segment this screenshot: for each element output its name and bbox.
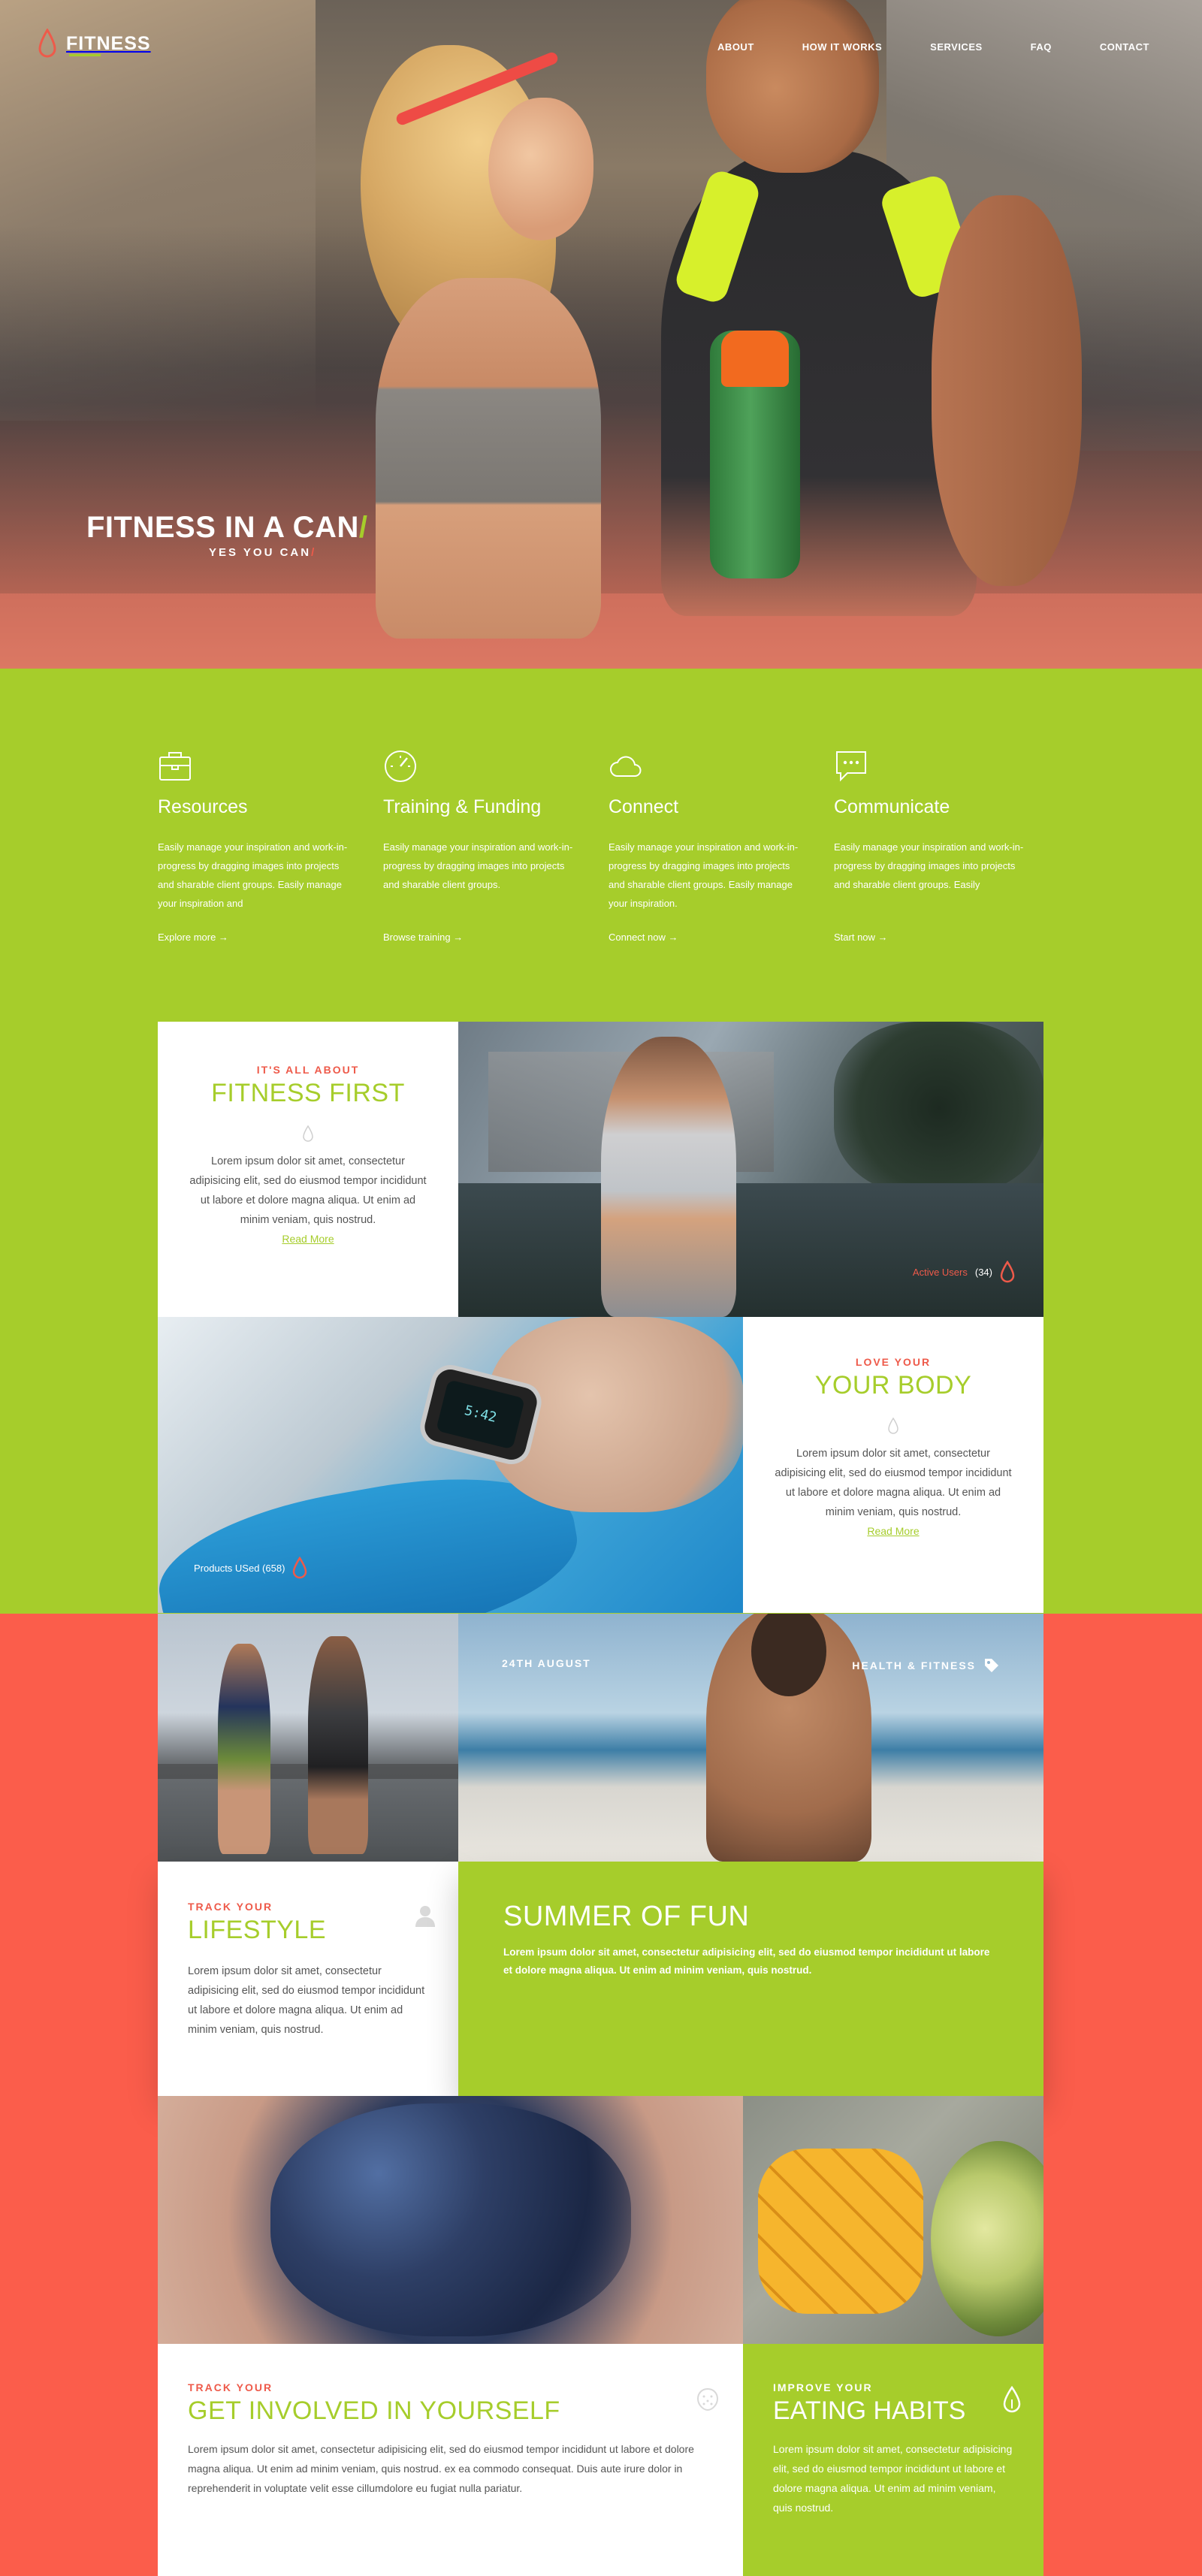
eating-habits-card: IMPROVE YOUR EATING HABITS Lorem ipsum d… xyxy=(743,2344,1043,2576)
drop-icon xyxy=(888,1417,898,1434)
feature-text: Easily manage your inspiration and work-… xyxy=(609,841,799,909)
features-row: Resources Easily manage your inspiration… xyxy=(158,749,1059,944)
briefcase-icon xyxy=(159,752,191,781)
read-more-link[interactable]: Read More xyxy=(743,1525,1043,1537)
feature-communicate: Communicate Easily manage your inspirati… xyxy=(834,749,1059,944)
cloud-icon xyxy=(610,756,642,777)
card-text: Lorem ipsum dolor sit amet, consectetur … xyxy=(188,2443,694,2494)
active-users-tag[interactable]: Active Users (34) xyxy=(913,1261,1015,1283)
lifestyle-card: TRACK YOUR LIFESTYLE Lorem ipsum dolor s… xyxy=(158,1862,458,2096)
hero-subtitle-text: YES YOU CAN xyxy=(209,546,312,559)
strawberry-icon xyxy=(696,2387,719,2411)
card-text: Lorem ipsum dolor sit amet, consectetur … xyxy=(773,2443,1013,2514)
card-text: Lorem ipsum dolor sit amet, consectetur … xyxy=(188,1965,425,2036)
drop-icon xyxy=(293,1557,307,1579)
card-title: GET INVOLVED IN YOURSELF xyxy=(188,2396,560,2425)
woman-stretching-image: Active Users (34) xyxy=(458,1022,1043,1317)
start-now-link[interactable]: Start now → xyxy=(834,932,888,943)
explore-more-link[interactable]: Explore more → xyxy=(158,932,228,943)
nav-services[interactable]: SERVICES xyxy=(930,41,983,53)
logo-text: FITNESS xyxy=(66,32,151,54)
card-text: Lorem ipsum dolor sit amet, consectetur … xyxy=(775,1448,1012,1518)
hero-subtitle: YES YOU CAN/ xyxy=(209,546,316,559)
feature-text: Easily manage your inspiration and work-… xyxy=(158,841,348,909)
feature-text: Easily manage your inspiration and work-… xyxy=(834,841,1024,890)
top-navigation: FITNESS ABOUT HOW IT WORKS SERVICES FAQ … xyxy=(0,0,1202,98)
hero-title: FITNESS IN A CAN/ xyxy=(86,511,367,545)
drop-icon xyxy=(303,1125,313,1142)
feature-title: Connect xyxy=(609,796,679,817)
card-kicker: TRACK YOUR xyxy=(188,1901,273,1913)
smartwatch-image: 5:42 Products USed (658) xyxy=(158,1317,743,1613)
card-kicker: IT'S ALL ABOUT xyxy=(256,1064,360,1076)
post-category[interactable]: HEALTH & FITNESS xyxy=(852,1657,1000,1674)
card-kicker: TRACK YOUR xyxy=(188,2381,273,2393)
feature-text: Easily manage your inspiration and work-… xyxy=(383,841,573,890)
feature-title: Communicate xyxy=(834,796,950,817)
lifestyle-section: 24TH AUGUST HEALTH & FITNESS TRACK YOUR … xyxy=(0,1614,1202,2576)
feature-title: Training & Funding xyxy=(383,796,542,817)
card-title: YOUR BODY xyxy=(814,1371,972,1400)
browse-training-link[interactable]: Browse training → xyxy=(383,932,463,943)
feature-title: Resources xyxy=(158,796,248,817)
grapes-in-hands-image xyxy=(158,2096,743,2344)
logo-underline xyxy=(69,54,101,56)
category-label: HEALTH & FITNESS xyxy=(852,1659,976,1672)
nav-about[interactable]: ABOUT xyxy=(717,41,754,53)
tag-icon xyxy=(985,1659,998,1672)
speedometer-icon xyxy=(385,750,416,782)
water-bottle-cap-image xyxy=(721,331,789,387)
post-date: 24TH AUGUST xyxy=(502,1657,591,1669)
card-title: FITNESS FIRST xyxy=(211,1079,405,1107)
get-involved-card: TRACK YOUR GET INVOLVED IN YOURSELF Lore… xyxy=(158,2344,743,2576)
watch-face: 5:42 xyxy=(436,1379,525,1450)
features-section: Resources Easily manage your inspiration… xyxy=(0,669,1202,1614)
drop-icon xyxy=(1003,2386,1021,2413)
drop-logo-icon xyxy=(38,29,56,58)
main-menu: ABOUT HOW IT WORKS SERVICES FAQ CONTACT xyxy=(717,41,1149,53)
tag-label: Active Users xyxy=(912,1266,968,1278)
hero-subtitle-slash: / xyxy=(311,546,317,559)
user-icon xyxy=(415,1906,435,1927)
card-kicker: LOVE YOUR xyxy=(855,1356,932,1368)
read-more-link[interactable]: Read More xyxy=(158,1233,458,1245)
nav-contact[interactable]: CONTACT xyxy=(1100,41,1149,53)
feature-training: Training & Funding Easily manage your in… xyxy=(383,749,609,944)
summer-title: SUMMER OF FUN xyxy=(503,1901,750,1932)
card-title: EATING HABITS xyxy=(773,2396,966,2425)
mango-avocado-image xyxy=(743,2096,1043,2344)
card-text: Lorem ipsum dolor sit amet, consectetur … xyxy=(189,1155,427,1226)
hero-title-text: FITNESS IN A CAN xyxy=(86,511,359,544)
card-kicker: IMPROVE YOUR xyxy=(773,2381,873,2393)
feature-connect: Connect Easily manage your inspiration a… xyxy=(609,749,834,944)
hero-woman-image xyxy=(331,30,646,669)
tag-label: Products USed (658) xyxy=(194,1562,285,1574)
nav-how-it-works[interactable]: HOW IT WORKS xyxy=(802,41,882,53)
connect-now-link[interactable]: Connect now → xyxy=(609,932,678,943)
hero-section: FITNESS ABOUT HOW IT WORKS SERVICES FAQ … xyxy=(0,0,1202,669)
card-title: LIFESTYLE xyxy=(188,1916,327,1944)
products-used-tag[interactable]: Products USed (658) xyxy=(194,1557,307,1579)
tag-count: (34) xyxy=(974,1266,992,1278)
nav-faq[interactable]: FAQ xyxy=(1031,41,1052,53)
chat-bubble-icon xyxy=(836,751,866,782)
logo-link[interactable]: FITNESS xyxy=(38,29,151,59)
man-at-beach-image[interactable]: 24TH AUGUST HEALTH & FITNESS xyxy=(458,1614,1043,1862)
summer-of-fun-card: SUMMER OF FUN Lorem ipsum dolor sit amet… xyxy=(458,1862,1043,2096)
drop-icon xyxy=(1000,1261,1015,1283)
couple-running-image xyxy=(158,1614,458,1862)
love-your-body-card: LOVE YOUR YOUR BODY Lorem ipsum dolor si… xyxy=(743,1317,1043,1613)
feature-resources: Resources Easily manage your inspiration… xyxy=(158,749,383,944)
hero-title-slash: / xyxy=(358,511,368,544)
fitness-first-card: IT'S ALL ABOUT FITNESS FIRST Lorem ipsum… xyxy=(158,1022,458,1317)
summer-text: Lorem ipsum dolor sit amet, consectetur … xyxy=(503,1946,990,1976)
